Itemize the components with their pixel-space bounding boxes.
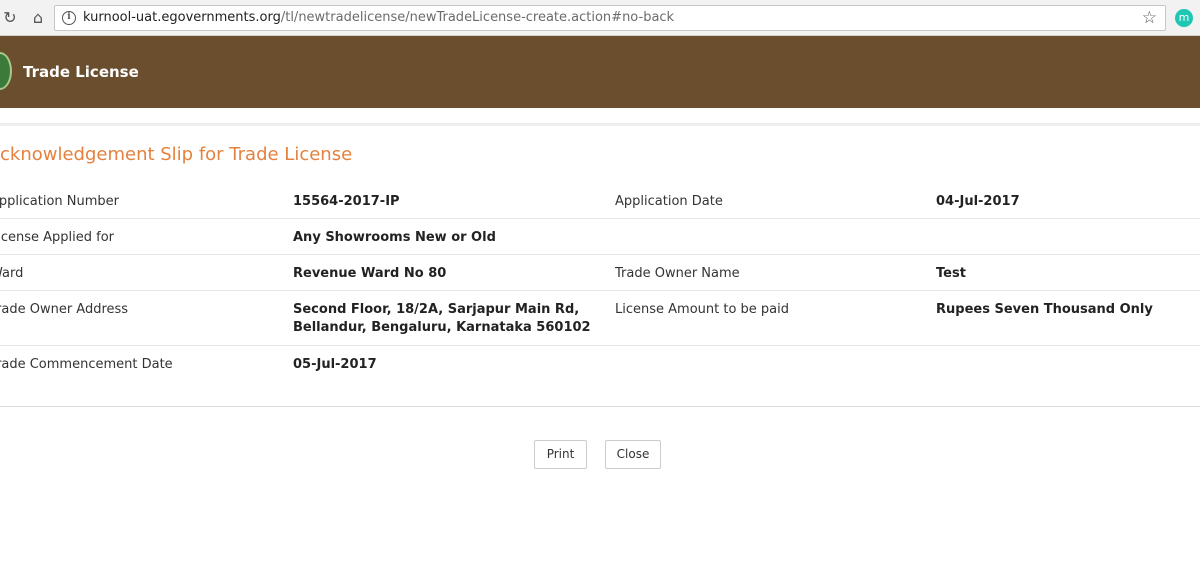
address-line-2: Bellandur, Bengaluru, Karnataka 560102 [293, 320, 591, 335]
field-label: Application Date [615, 194, 723, 209]
browser-toolbar: ↻ ⌂ i kurnool-uat.egovernments.org/tl/ne… [0, 0, 1200, 36]
field-value: 15564-2017-IP [293, 194, 400, 209]
extension-icon[interactable]: m [1175, 9, 1193, 27]
field-label: Trade Owner Name [615, 266, 740, 281]
logo-icon [0, 52, 12, 90]
detail-row: Trade Commencement Date 05-Jul-2017 [0, 346, 1200, 382]
detail-row: Trade Owner Address Second Floor, 18/2A,… [0, 291, 1200, 346]
app-header: Trade License [0, 36, 1200, 108]
url-text[interactable]: kurnool-uat.egovernments.org/tl/newtrade… [83, 10, 674, 25]
detail-row: Ward Revenue Ward No 80 Trade Owner Name… [0, 255, 1200, 291]
app-title: Trade License [23, 63, 139, 81]
url-path: /tl/newtradelicense/newTradeLicense-crea… [280, 10, 675, 25]
field-value: Rupees Seven Thousand Only [936, 302, 1153, 317]
detail-row: Application Number 15564-2017-IP Applica… [0, 183, 1200, 219]
field-label: Trade Commencement Date [0, 357, 173, 372]
field-value: Second Floor, 18/2A, Sarjapur Main Rd, B… [293, 301, 591, 337]
field-label: Trade Owner Address [0, 302, 129, 317]
address-bar[interactable]: i kurnool-uat.egovernments.org/tl/newtra… [54, 5, 1166, 31]
home-icon[interactable]: ⌂ [28, 8, 48, 28]
field-value: 05-Jul-2017 [293, 357, 377, 372]
address-line-1: Second Floor, 18/2A, Sarjapur Main Rd, [293, 302, 580, 317]
field-label: Application Number [0, 194, 119, 209]
field-label: License Applied for [0, 230, 115, 245]
url-host: kurnool-uat.egovernments.org [83, 10, 281, 25]
field-value: Test [936, 266, 966, 281]
detail-row: License Applied for Any Showrooms New or… [0, 219, 1200, 255]
field-value: 04-Jul-2017 [936, 194, 1020, 209]
star-icon[interactable]: ☆ [1142, 8, 1157, 28]
field-label: Ward [0, 266, 24, 281]
panel-divider [0, 406, 1200, 407]
field-label: License Amount to be paid [615, 302, 790, 317]
field-value: Revenue Ward No 80 [293, 266, 447, 281]
close-button[interactable]: Close [605, 440, 661, 469]
header-divider [0, 108, 1200, 126]
slip-title: Acknowledgement Slip for Trade License [0, 144, 353, 165]
info-icon[interactable]: i [62, 11, 76, 25]
reload-icon[interactable]: ↻ [0, 8, 20, 28]
field-value: Any Showrooms New or Old [293, 230, 496, 245]
print-button[interactable]: Print [534, 440, 587, 469]
